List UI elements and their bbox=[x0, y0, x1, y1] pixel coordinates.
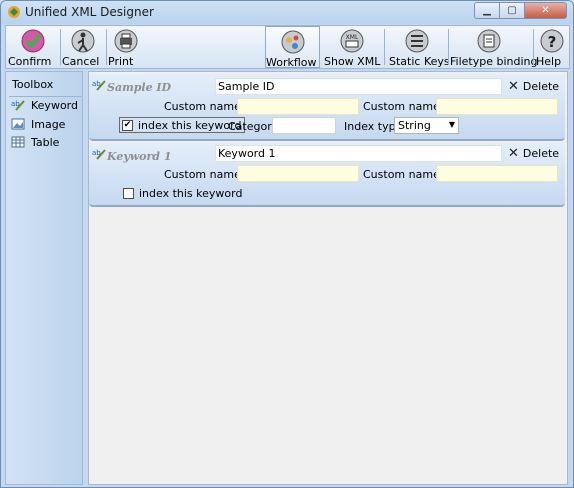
index-keyword-label: index this keyword bbox=[138, 118, 242, 132]
cancel-label: Cancel bbox=[62, 55, 100, 68]
xml-icon: XML bbox=[340, 29, 364, 53]
index-keyword-label: index this keyword bbox=[139, 186, 243, 200]
minimize-button[interactable]: ▁ bbox=[474, 2, 500, 19]
toolbar-separator bbox=[60, 29, 61, 65]
show-xml-button[interactable]: XML Show XML bbox=[324, 26, 380, 68]
print-label: Print bbox=[108, 55, 134, 68]
designer-canvas: ab Sample ID ✕ Delete Custom name 1: Cus… bbox=[88, 71, 568, 485]
toolbar-separator bbox=[448, 29, 449, 65]
keyword-panel: ab Keyword 1 ✕ Delete Custom name 1: Cus… bbox=[89, 143, 565, 207]
workflow-icon bbox=[281, 30, 304, 54]
keyword-title: Sample ID bbox=[107, 81, 172, 94]
minimize-icon: ▁ bbox=[483, 5, 491, 16]
close-button[interactable]: ✕ bbox=[525, 2, 567, 19]
index-type-select[interactable]: String ▼ bbox=[394, 117, 459, 134]
delete-icon: ✕ bbox=[508, 79, 519, 94]
svg-text:XML: XML bbox=[346, 34, 359, 41]
confirm-icon bbox=[21, 29, 45, 53]
index-keyword-checkbox[interactable]: index this keyword bbox=[123, 185, 242, 201]
static-keys-label: Static Keys bbox=[389, 55, 450, 68]
window-title: Unified XML Designer bbox=[25, 5, 154, 19]
toolbar-separator bbox=[384, 29, 385, 65]
delete-label: Delete bbox=[522, 147, 560, 160]
delete-button[interactable]: ✕ Delete bbox=[508, 145, 562, 162]
confirm-button[interactable]: Confirm bbox=[8, 26, 58, 68]
print-button[interactable]: Print bbox=[108, 26, 144, 68]
checkbox-unchecked-icon bbox=[123, 187, 134, 199]
keyword-title: Keyword 1 bbox=[107, 150, 172, 163]
custom-name-2-field[interactable] bbox=[436, 165, 558, 182]
filetype-binding-button[interactable]: Filetype binding bbox=[450, 26, 537, 68]
toolbox-item-label: Keyword bbox=[31, 98, 78, 112]
workflow-label: Workflow bbox=[266, 56, 317, 69]
toolbox-item-image[interactable]: Image bbox=[11, 116, 65, 132]
cancel-button[interactable]: Cancel bbox=[62, 26, 104, 68]
show-xml-label: Show XML bbox=[324, 55, 381, 68]
keyword-icon: ab bbox=[11, 100, 25, 111]
filetype-binding-icon bbox=[477, 29, 501, 53]
keyword-name-input[interactable] bbox=[215, 145, 502, 162]
custom-name-1-field[interactable] bbox=[237, 98, 359, 115]
keyword-icon: ab bbox=[92, 80, 106, 91]
custom-name-1-field[interactable] bbox=[237, 165, 359, 182]
table-icon bbox=[11, 136, 25, 148]
index-keyword-checkbox[interactable]: ✔ index this keyword bbox=[119, 117, 246, 133]
app-icon bbox=[8, 6, 20, 18]
index-type-value: String bbox=[398, 119, 431, 132]
toolbar-separator bbox=[106, 29, 107, 65]
toolbox-item-label: Table bbox=[31, 135, 60, 149]
app-window: Unified XML Designer ▁ ▢ ✕ Confirm Cance… bbox=[0, 0, 574, 488]
delete-button[interactable]: ✕ Delete bbox=[508, 78, 562, 95]
toolbox-item-keyword[interactable]: ab Keyword bbox=[11, 97, 78, 113]
toolbox-panel: Toolbox ab Keyword Image Table bbox=[5, 71, 83, 485]
confirm-label: Confirm bbox=[8, 55, 52, 68]
keyword-panel: ab Sample ID ✕ Delete Custom name 1: Cus… bbox=[89, 74, 565, 141]
help-label: Help bbox=[536, 55, 562, 68]
toolbar-separator bbox=[533, 29, 534, 65]
maximize-button[interactable]: ▢ bbox=[500, 2, 525, 19]
toolbox-item-label: Image bbox=[31, 117, 66, 131]
svg-text:?: ? bbox=[548, 33, 557, 51]
dropdown-arrow-icon: ▼ bbox=[448, 120, 455, 129]
help-button[interactable]: ? Help bbox=[536, 26, 568, 68]
checkbox-checked-icon: ✔ bbox=[122, 119, 133, 131]
toolbox-title: Toolbox bbox=[12, 78, 54, 91]
static-keys-icon bbox=[405, 29, 429, 53]
toolbox-item-table[interactable]: Table bbox=[11, 134, 59, 150]
category-field[interactable] bbox=[272, 117, 336, 134]
keyword-icon: ab bbox=[92, 149, 106, 160]
custom-name-2-field[interactable] bbox=[436, 98, 558, 115]
delete-label: Delete bbox=[522, 80, 560, 93]
close-icon: ✕ bbox=[541, 5, 550, 16]
title-bar: Unified XML Designer ▁ ▢ ✕ bbox=[1, 1, 573, 24]
toolbar: Confirm Cancel Print Workflow XML Show X… bbox=[5, 25, 570, 69]
image-icon bbox=[11, 118, 25, 130]
keyword-name-input[interactable] bbox=[215, 78, 502, 95]
help-icon: ? bbox=[540, 29, 564, 53]
cancel-icon bbox=[71, 29, 95, 53]
filetype-binding-label: Filetype binding bbox=[450, 55, 538, 68]
static-keys-button[interactable]: Static Keys bbox=[389, 26, 450, 68]
delete-icon: ✕ bbox=[508, 146, 519, 161]
printer-icon bbox=[114, 29, 138, 53]
workflow-button[interactable]: Workflow bbox=[265, 26, 320, 69]
maximize-icon: ▢ bbox=[507, 5, 517, 16]
